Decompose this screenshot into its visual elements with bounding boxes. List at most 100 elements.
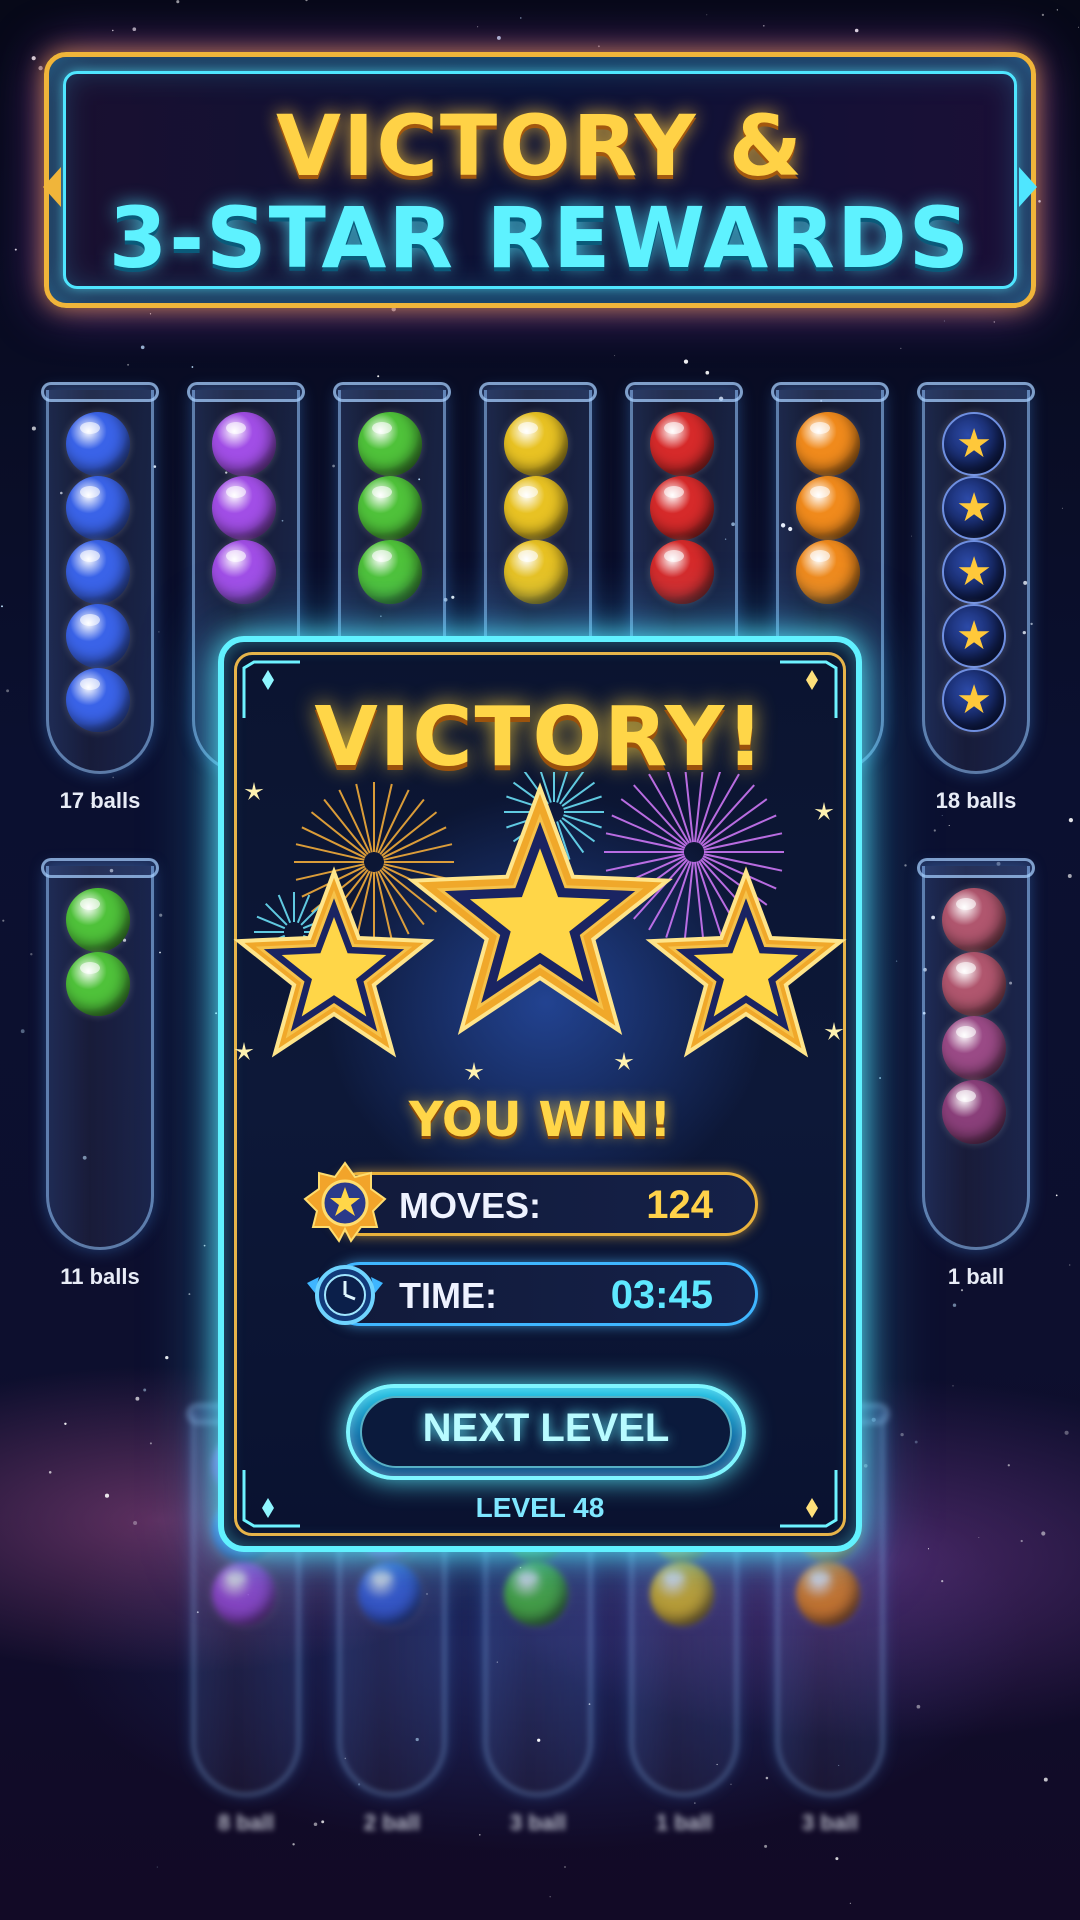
background-star <box>683 359 689 364</box>
star-ball: ★ <box>942 668 1006 732</box>
ball <box>358 476 422 540</box>
ball <box>942 1080 1006 1144</box>
star-rating <box>233 772 847 1081</box>
ball <box>942 888 1006 952</box>
background-star <box>2 919 5 922</box>
background-star <box>549 1896 551 1898</box>
background-star <box>165 1355 169 1360</box>
sparkle <box>234 1042 254 1061</box>
ball <box>66 604 130 668</box>
background-star <box>1030 622 1033 626</box>
ball <box>650 1562 714 1626</box>
sparkle <box>464 1062 484 1081</box>
sparkle <box>614 1052 634 1071</box>
background-star <box>911 535 913 537</box>
tube-rim <box>333 382 451 402</box>
tube-ball-count-label: 3 ball <box>509 1810 567 1835</box>
ball <box>942 952 1006 1016</box>
background-star <box>520 17 522 19</box>
ball <box>650 476 714 540</box>
sparkle <box>814 802 834 821</box>
background-star <box>451 595 455 599</box>
ball <box>650 540 714 604</box>
background-star <box>1078 26 1079 28</box>
tube-ball-count-label: 3 ball <box>801 1810 859 1835</box>
background-star <box>900 1432 904 1437</box>
ball <box>66 952 130 1016</box>
next-level-button[interactable]: NEXT LEVEL <box>346 1384 746 1480</box>
top-tube-7[interactable]: ★ ★ ★ ★ ★ <box>917 382 1035 774</box>
top-tube-1[interactable] <box>41 382 159 774</box>
background-star <box>705 370 710 375</box>
ball <box>796 412 860 476</box>
middle-tube-1[interactable] <box>41 858 159 1250</box>
ball <box>358 1562 422 1626</box>
background-star <box>127 363 130 366</box>
background-star <box>477 26 479 28</box>
background-star <box>694 1802 696 1804</box>
background-star <box>496 35 501 40</box>
background-star <box>159 913 163 917</box>
ball <box>650 412 714 476</box>
star-ball: ★ <box>942 604 1006 668</box>
background-star <box>900 347 902 350</box>
ball <box>212 540 276 604</box>
ball <box>796 540 860 604</box>
tube-rim <box>625 382 743 402</box>
background-star <box>158 631 160 633</box>
background-star <box>927 1548 930 1550</box>
background-star <box>978 1536 980 1539</box>
moves-stat: MOVES: 124 <box>303 1161 758 1243</box>
background-star <box>849 1902 852 1904</box>
background-star <box>20 1029 25 1034</box>
banner-title-line2: 3-STAR REWARDS <box>108 189 972 287</box>
background-star <box>941 815 943 817</box>
background-star <box>1020 1539 1023 1543</box>
tube-ball-count-label: 1 ball <box>947 1264 1005 1289</box>
ball <box>66 540 130 604</box>
background-star <box>135 1396 140 1401</box>
tube-rim <box>187 382 305 402</box>
star-ball: ★ <box>942 476 1006 540</box>
background-star <box>14 248 17 251</box>
victory-dialog: VICTORY! YOU WIN! MOVES: 124 TIME: 03:45 <box>218 636 862 1552</box>
background-star <box>203 1244 206 1247</box>
background-star <box>943 320 945 322</box>
background-star <box>215 1012 218 1015</box>
sparkle <box>824 1022 844 1041</box>
ball <box>358 540 422 604</box>
ball <box>212 476 276 540</box>
background-star <box>706 14 708 16</box>
background-star <box>597 45 600 48</box>
victory-title: VICTORY! <box>314 690 766 785</box>
ball <box>796 476 860 540</box>
background-star <box>895 960 898 962</box>
tube-ball-count-label: 8 ball <box>217 1810 275 1835</box>
background-star <box>104 1493 110 1498</box>
background-star <box>188 1293 191 1296</box>
background-star <box>1064 1430 1069 1435</box>
tube-rim <box>917 858 1035 878</box>
middle-tube-2[interactable] <box>917 858 1035 1250</box>
background-star <box>1007 1464 1010 1467</box>
background-star <box>176 0 180 4</box>
sparkle <box>244 782 264 801</box>
background-star <box>377 375 380 378</box>
background-star <box>149 1442 152 1445</box>
ball <box>66 668 130 732</box>
background-star <box>762 24 765 27</box>
time-value: 03:45 <box>610 1273 713 1317</box>
background-star <box>765 1776 769 1780</box>
you-win-text: YOU WIN! <box>408 1092 672 1148</box>
background-star <box>916 1704 921 1709</box>
background-star <box>112 776 114 779</box>
background-star <box>159 951 161 954</box>
background-star <box>914 1440 918 1444</box>
time-label: TIME: <box>399 1275 497 1316</box>
background-star <box>332 464 335 468</box>
background-star <box>112 29 114 32</box>
banner-left-ornament <box>43 167 61 207</box>
tube-ball-count-label: 1 ball <box>655 1810 713 1835</box>
time-stat: TIME: 03:45 <box>307 1262 758 1326</box>
tube-rim <box>771 382 889 402</box>
